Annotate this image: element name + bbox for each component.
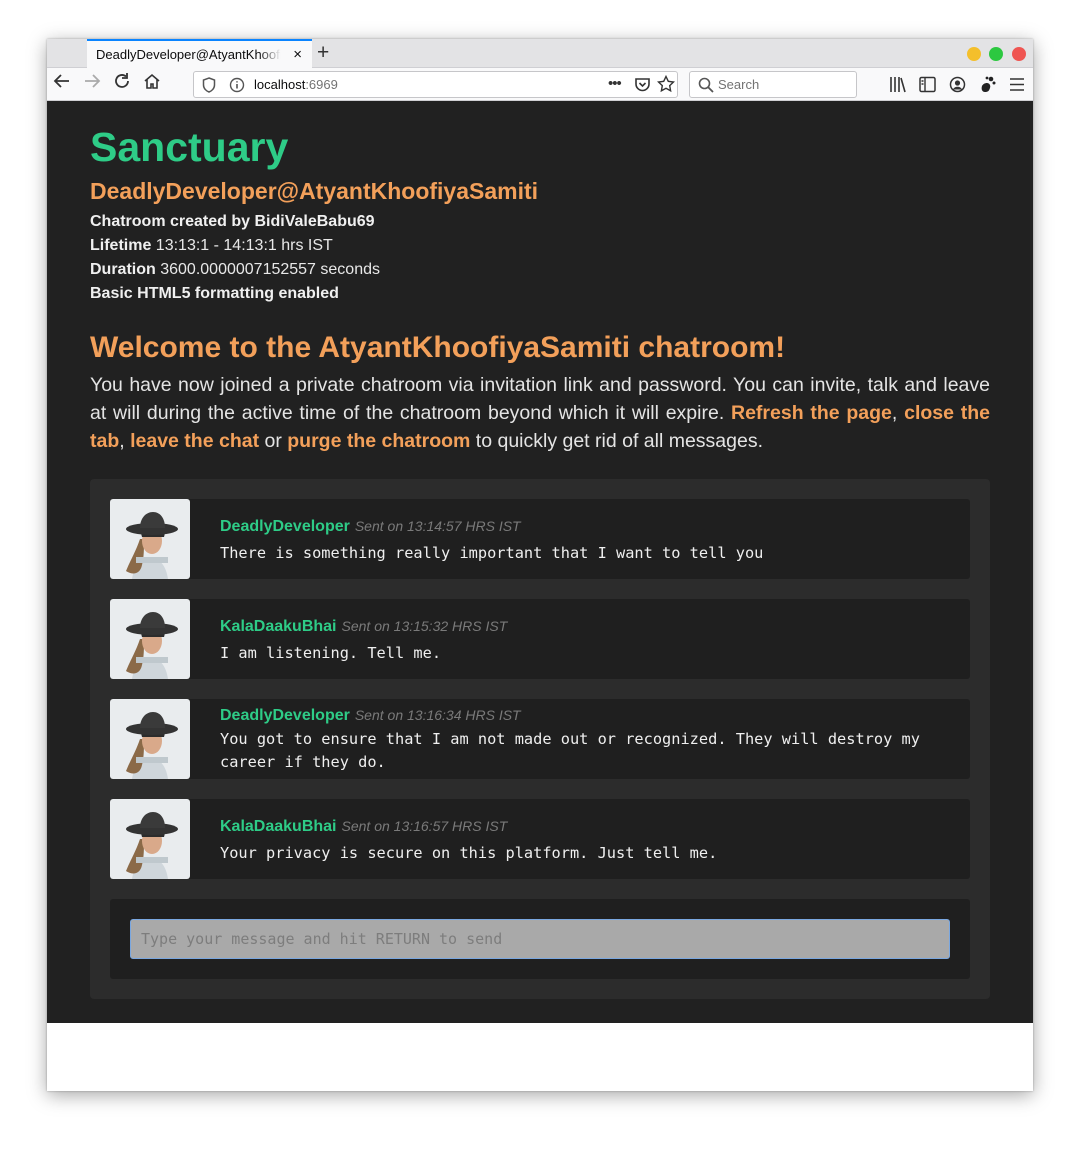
lifetime-row: Lifetime 13:13:1 - 14:13:1 hrs IST — [90, 237, 333, 255]
refresh-page-link[interactable]: Refresh the page — [731, 402, 892, 424]
message-sender: KalaDaakuBhai — [220, 618, 337, 635]
shield-icon[interactable] — [202, 77, 216, 98]
account-icon[interactable] — [949, 76, 966, 98]
message-header: DeadlyDeveloper Sent on 13:16:34 HRS IST — [220, 707, 521, 725]
avatar — [110, 599, 190, 679]
tab-strip: DeadlyDeveloper@AtyantKhoofiyaSamiti × + — [47, 39, 1033, 68]
intro-text-end: to quickly get rid of all messages. — [470, 430, 764, 452]
info-icon[interactable] — [229, 77, 245, 98]
message-timestamp: Sent on 13:15:32 HRS IST — [341, 618, 508, 634]
message-item: DeadlyDeveloper Sent on 13:14:57 HRS IST … — [110, 499, 970, 579]
message-sender: KalaDaakuBhai — [220, 818, 337, 835]
message-header: KalaDaakuBhai Sent on 13:16:57 HRS IST — [220, 818, 507, 836]
formatting-note: Basic HTML5 formatting enabled — [90, 285, 339, 303]
message-header: DeadlyDeveloper Sent on 13:14:57 HRS IST — [220, 518, 521, 536]
formatting-note-text: Basic HTML5 formatting enabled — [90, 285, 339, 302]
intro-separator: , — [891, 402, 905, 424]
message-text: You got to ensure that I am not made out… — [220, 730, 920, 771]
lifetime-value: 13:13:1 - 14:13:1 hrs IST — [155, 237, 333, 254]
browser-window: DeadlyDeveloper@AtyantKhoofiyaSamiti × + — [47, 39, 1033, 1091]
message-text: There is something really important that… — [220, 544, 764, 562]
forward-arrow-icon[interactable] — [79, 71, 105, 97]
avatar — [110, 699, 190, 779]
menu-hamburger-icon[interactable] — [1009, 77, 1025, 97]
lifetime-label: Lifetime — [90, 237, 152, 254]
intro-separator: or — [259, 430, 288, 452]
search-icon — [698, 77, 714, 96]
pocket-icon[interactable] — [634, 76, 651, 98]
leave-chat-link[interactable]: leave the chat — [130, 430, 259, 452]
duration-row: Duration 3600.0000007152557 seconds — [90, 261, 380, 279]
navigation-bar: localhost:6969 ••• Search — [47, 68, 1033, 101]
intro-paragraph: You have now joined a private chatroom v… — [90, 371, 990, 455]
url-text: localhost:6969 — [254, 77, 338, 92]
message-list: DeadlyDeveloper Sent on 13:14:57 HRS IST … — [90, 479, 990, 999]
library-icon[interactable] — [889, 76, 907, 98]
maximize-window-button[interactable] — [989, 47, 1003, 61]
bookmark-star-icon[interactable] — [656, 74, 676, 98]
sidebar-icon[interactable] — [919, 76, 936, 98]
message-item: DeadlyDeveloper Sent on 13:16:34 HRS IST … — [110, 699, 970, 779]
chat-page: Sanctuary DeadlyDeveloper@AtyantKhoofiya… — [47, 101, 1033, 1023]
url-port: :6969 — [305, 77, 338, 92]
message-sender: DeadlyDeveloper — [220, 707, 350, 724]
message-timestamp: Sent on 13:14:57 HRS IST — [354, 518, 521, 534]
close-tab-icon[interactable]: × — [293, 46, 302, 63]
intro-separator: , — [119, 430, 131, 452]
message-input[interactable] — [130, 919, 950, 959]
welcome-heading: Welcome to the AtyantKhoofiyaSamiti chat… — [90, 331, 786, 364]
browser-tab[interactable]: DeadlyDeveloper@AtyantKhoofiyaSamiti × — [87, 39, 312, 68]
home-icon[interactable] — [139, 71, 165, 97]
reload-icon[interactable] — [109, 71, 135, 97]
room-identity: DeadlyDeveloper@AtyantKhoofiyaSamiti — [90, 178, 539, 204]
avatar — [110, 499, 190, 579]
brand-title: Sanctuary — [90, 124, 289, 170]
message-timestamp: Sent on 13:16:57 HRS IST — [341, 818, 508, 834]
composer — [110, 899, 970, 979]
tab-title: DeadlyDeveloper@AtyantKhoofiyaSamiti — [96, 47, 281, 62]
message-text: Your privacy is secure on this platform.… — [220, 844, 718, 862]
page-actions-icon[interactable]: ••• — [608, 75, 622, 92]
minimize-window-button[interactable] — [967, 47, 981, 61]
duration-value: 3600.0000007152557 seconds — [160, 261, 380, 278]
avatar — [110, 799, 190, 879]
message-item: KalaDaakuBhai Sent on 13:15:32 HRS IST I … — [110, 599, 970, 679]
search-placeholder: Search — [718, 77, 760, 92]
message-text: I am listening. Tell me. — [220, 644, 442, 662]
message-item: KalaDaakuBhai Sent on 13:16:57 HRS IST Yo… — [110, 799, 970, 879]
url-bar[interactable]: localhost:6969 ••• — [193, 71, 678, 98]
purge-chatroom-link[interactable]: purge the chatroom — [287, 430, 470, 452]
new-tab-icon[interactable]: + — [317, 41, 329, 65]
extension-gnome-icon[interactable] — [979, 75, 997, 98]
duration-label: Duration — [90, 261, 156, 278]
message-header: KalaDaakuBhai Sent on 13:15:32 HRS IST — [220, 618, 507, 636]
created-by: Chatroom created by BidiValeBabu69 — [90, 213, 375, 231]
created-by-text: Chatroom created by BidiValeBabu69 — [90, 213, 375, 230]
close-window-button[interactable] — [1012, 47, 1026, 61]
back-arrow-icon[interactable] — [49, 71, 75, 97]
search-bar[interactable]: Search — [689, 71, 857, 98]
url-host: localhost — [254, 77, 306, 92]
message-sender: DeadlyDeveloper — [220, 518, 350, 535]
message-timestamp: Sent on 13:16:34 HRS IST — [354, 707, 521, 723]
